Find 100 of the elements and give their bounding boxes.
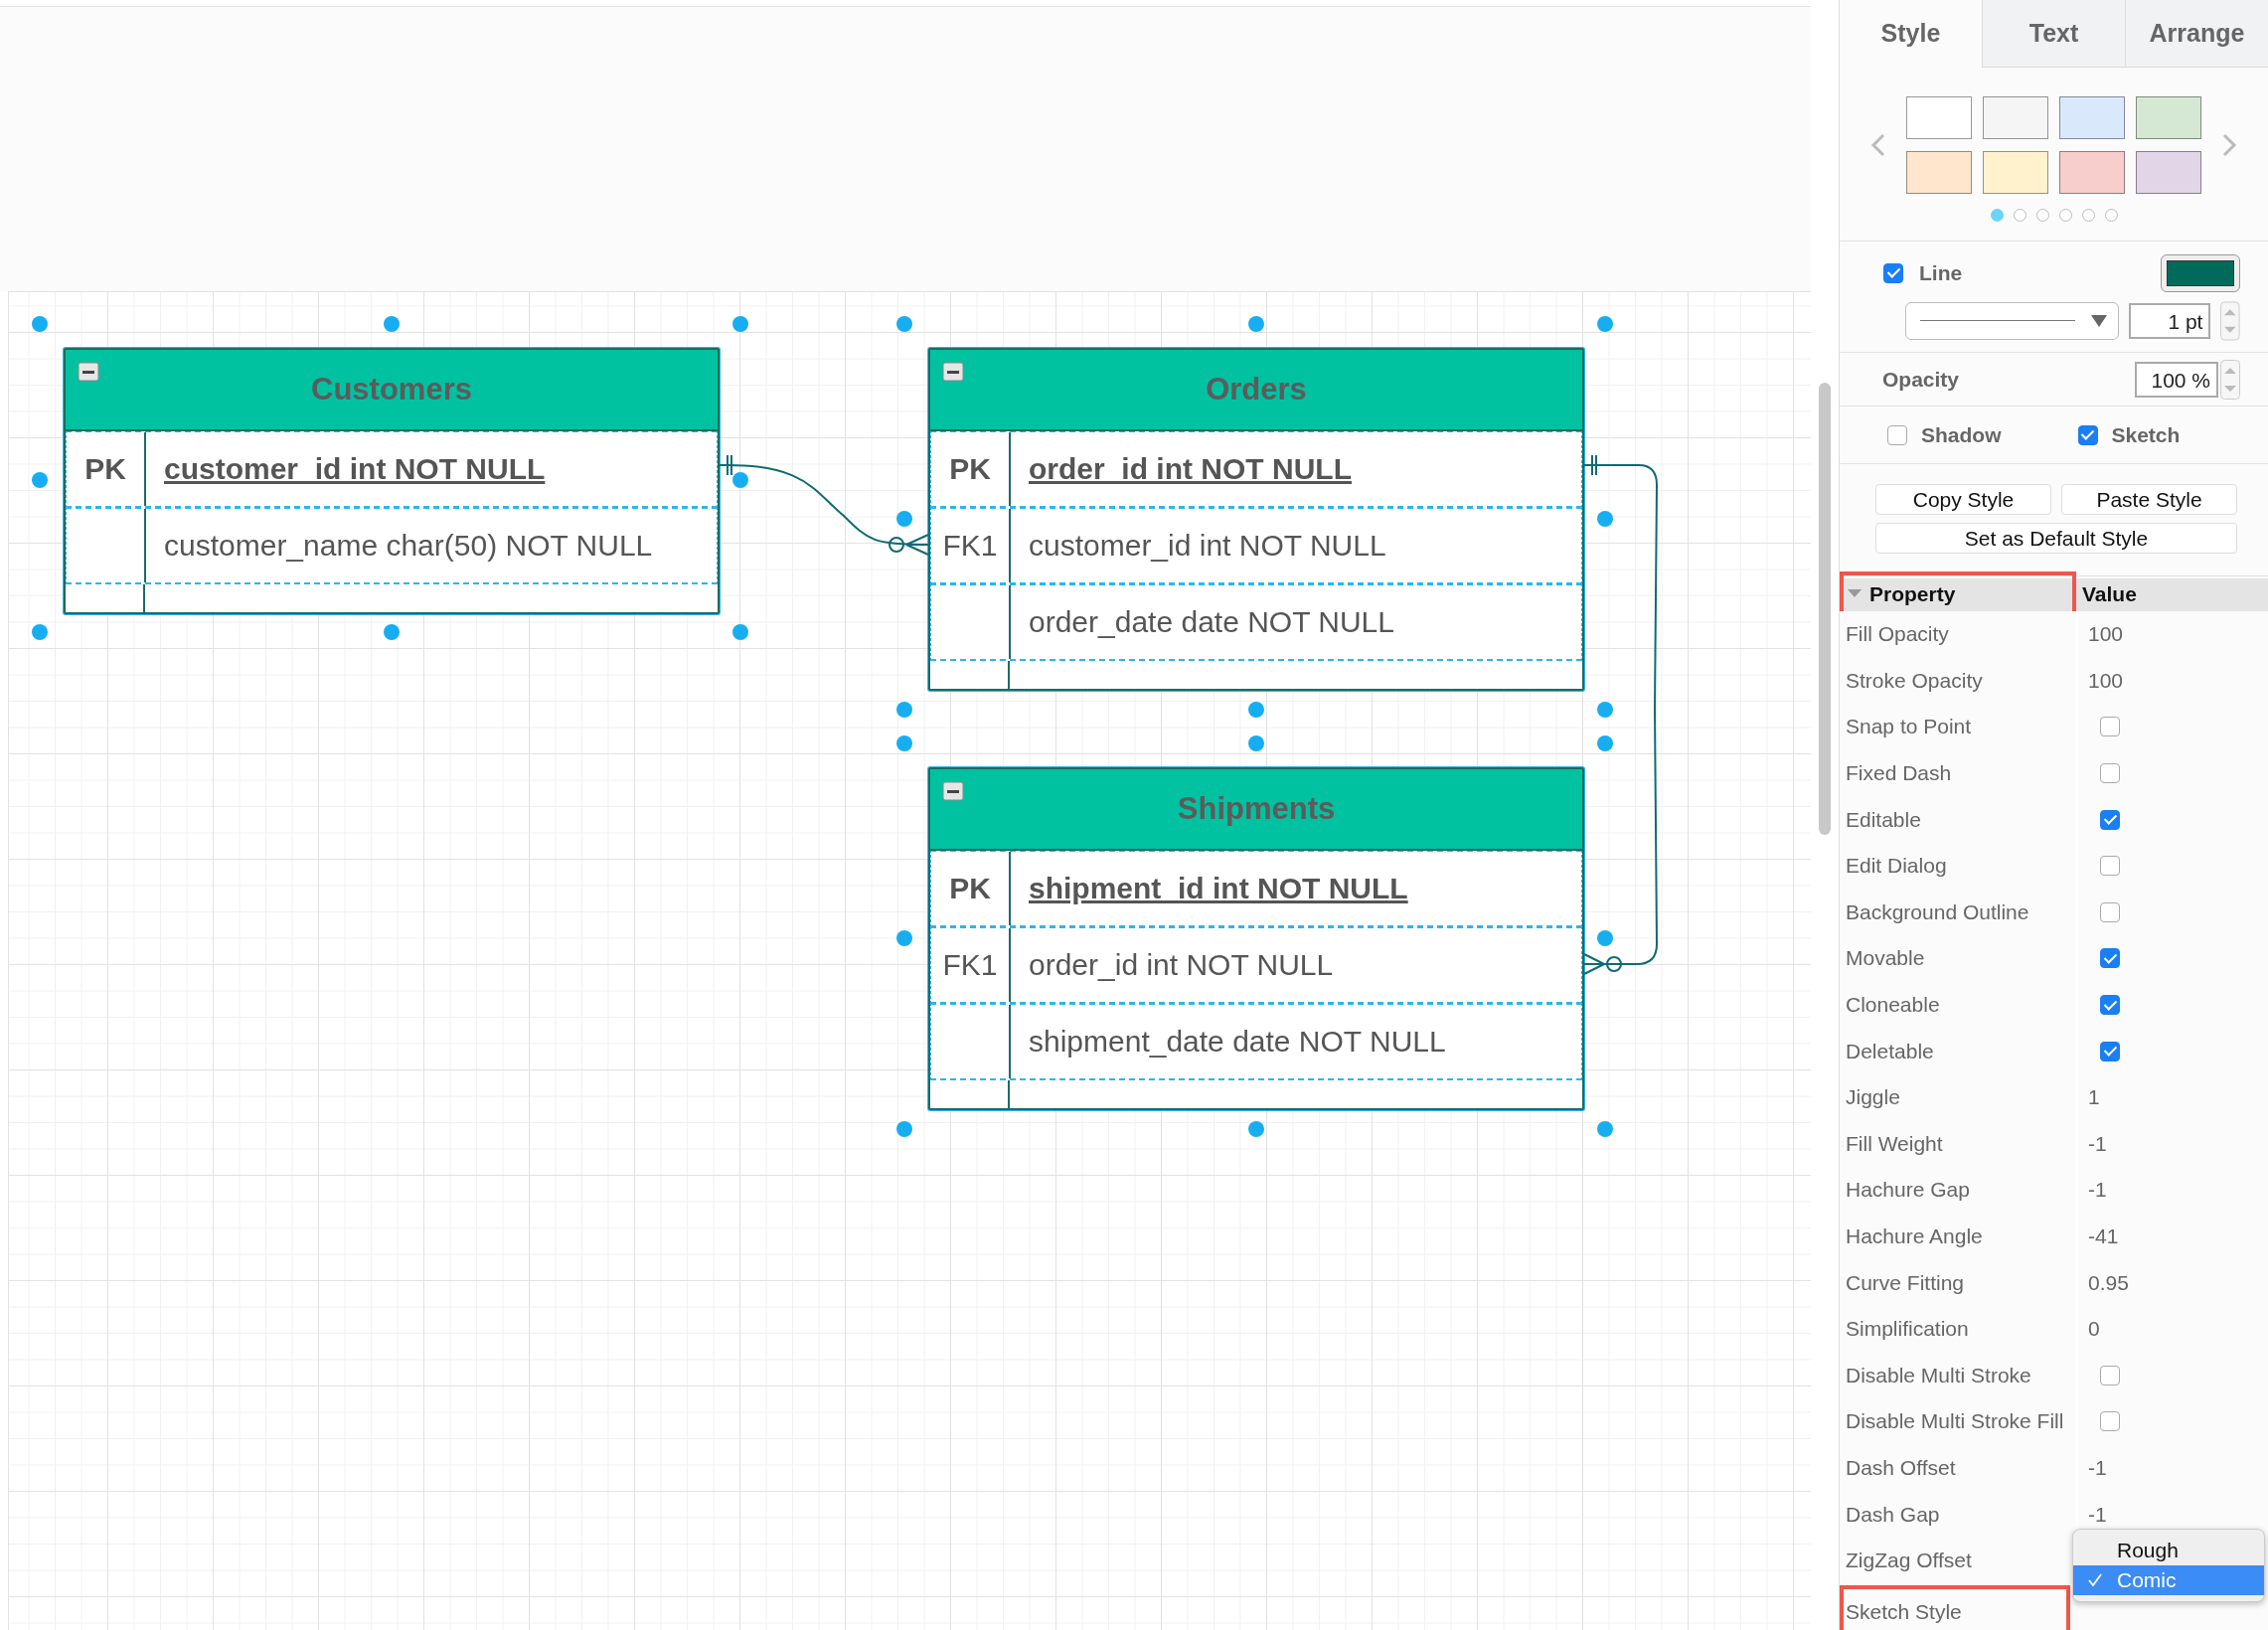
checkbox[interactable] <box>2100 995 2120 1015</box>
minus-icon[interactable] <box>942 781 964 801</box>
table-card[interactable]: Orders PK order_id int NOT NULL FK1 customer_id int NOT NULL order_date date NOT NULL <box>928 348 1584 691</box>
tab[interactable]: Text <box>1982 0 2125 68</box>
style-button[interactable]: Set as Default Style <box>1875 523 2237 555</box>
selection-handle[interactable] <box>1597 316 1613 332</box>
checkbox[interactable] <box>1883 262 1903 283</box>
chevron-right-icon[interactable] <box>2221 131 2237 158</box>
property-name: Cloneable <box>1846 992 1941 1018</box>
style-button[interactable]: Copy Style <box>1875 484 2051 516</box>
selection-handle[interactable] <box>896 930 912 946</box>
selection-handle[interactable] <box>1248 702 1264 718</box>
column-label: Value <box>2082 582 2137 607</box>
selection-handle[interactable] <box>1597 930 1613 946</box>
stepper[interactable] <box>2220 300 2240 341</box>
property-value[interactable]: 100 <box>2088 668 2124 693</box>
selection-handle[interactable] <box>896 1121 912 1137</box>
property-value[interactable]: 0.95 <box>2088 1270 2129 1295</box>
connector[interactable] <box>1583 454 1658 975</box>
selection-handle[interactable] <box>1597 511 1613 527</box>
color-swatch[interactable] <box>2059 150 2125 194</box>
selection-handle[interactable] <box>32 472 48 488</box>
property-value[interactable]: 0 <box>2088 1317 2100 1342</box>
selection-handle[interactable] <box>732 472 748 488</box>
table-cell-text: order_id int NOT NULL <box>1028 947 1335 983</box>
property-name: Disable Multi Stroke Fill <box>1846 1408 2065 1435</box>
property-name: Background Outline <box>1846 898 2030 925</box>
checkbox[interactable] <box>2100 1411 2120 1432</box>
property-name: Movable <box>1846 945 1926 972</box>
selection-handle[interactable] <box>896 511 912 527</box>
property-value[interactable]: 100 <box>2088 622 2124 647</box>
minus-icon[interactable] <box>942 362 964 382</box>
selection-handle[interactable] <box>1248 735 1264 751</box>
selection-handle[interactable] <box>1597 1121 1613 1137</box>
chevron-left-icon[interactable] <box>1870 131 1886 158</box>
page-dot[interactable] <box>1990 208 2004 222</box>
property-value[interactable]: -1 <box>2088 1502 2107 1527</box>
selection-handle[interactable] <box>1597 702 1613 718</box>
width-field[interactable]: 1 pt <box>2129 302 2211 339</box>
selection-handle[interactable] <box>896 702 912 718</box>
selection-handle[interactable] <box>384 316 400 332</box>
selection-handle[interactable] <box>32 316 48 332</box>
selection-handle[interactable] <box>1248 316 1264 332</box>
color-swatch[interactable] <box>1906 95 1972 139</box>
selection-handle[interactable] <box>1597 735 1613 751</box>
scrollbar[interactable] <box>1819 383 1831 835</box>
line-label: Line <box>1919 260 1963 285</box>
color-swatch[interactable] <box>1983 95 2048 139</box>
stepper[interactable] <box>2220 359 2240 400</box>
checkbox[interactable] <box>2100 717 2120 737</box>
page-dot[interactable] <box>2035 208 2049 222</box>
checkbox[interactable] <box>2100 1365 2120 1386</box>
property-name: Fill Opacity <box>1846 621 1950 648</box>
selection-handle[interactable] <box>896 735 912 751</box>
connector[interactable] <box>719 454 929 556</box>
color-swatch[interactable] <box>2059 95 2125 139</box>
minus-icon[interactable] <box>78 362 99 382</box>
property-value[interactable]: -1 <box>2088 1131 2107 1156</box>
line-pattern-dropdown[interactable] <box>1905 301 2120 340</box>
property-value[interactable]: -1 <box>2088 1455 2107 1480</box>
selection-handle[interactable] <box>732 316 748 332</box>
selection-handle[interactable] <box>32 624 48 640</box>
table-title: Customers <box>311 372 472 408</box>
property-value[interactable]: -41 <box>2088 1223 2119 1248</box>
opacity-field[interactable]: 100 % <box>2135 361 2218 398</box>
table-card[interactable]: Customers PK customer_id int NOT NULL customer_name char(50) NOT NULL <box>64 348 720 614</box>
collapse-triangle-icon[interactable] <box>1848 588 1862 599</box>
selection-handle[interactable] <box>384 624 400 640</box>
selection-handle[interactable] <box>732 624 748 640</box>
property-name: Editable <box>1846 806 1922 833</box>
menu-item[interactable]: Rough <box>2073 1536 2264 1565</box>
table-card[interactable]: Shipments PK shipment_id int NOT NULL FK1 order_id int NOT NULL shipment_date date NOT NULL <box>928 767 1584 1110</box>
selection-handle[interactable] <box>1248 1121 1264 1137</box>
page-dot[interactable] <box>2081 208 2095 222</box>
menu-item[interactable]: Comic <box>2073 1565 2264 1595</box>
style-button[interactable]: Paste Style <box>2061 484 2237 516</box>
checkbox[interactable] <box>1887 424 1907 445</box>
selection-handle[interactable] <box>896 316 912 332</box>
property-name: Hachure Gap <box>1846 1177 1971 1204</box>
color-swatch[interactable] <box>2136 150 2201 194</box>
page-dot[interactable] <box>2058 208 2072 222</box>
checkbox[interactable] <box>2100 901 2120 922</box>
color-swatch[interactable] <box>1906 150 1972 194</box>
color-button[interactable] <box>2161 253 2240 292</box>
property-value[interactable]: 1 <box>2088 1085 2100 1110</box>
color-swatch[interactable] <box>1983 150 2048 194</box>
property-value[interactable]: -1 <box>2088 1178 2107 1203</box>
checkbox[interactable] <box>2100 1041 2120 1061</box>
checkbox[interactable] <box>2100 763 2120 784</box>
table-cell-text: shipment_date date NOT NULL <box>1028 1024 1447 1060</box>
checkbox[interactable] <box>2100 809 2120 830</box>
property-name: Stroke Opacity <box>1846 667 1984 694</box>
page-dot[interactable] <box>2013 208 2026 222</box>
checkbox[interactable] <box>2077 424 2098 445</box>
table-cell: PK <box>931 852 1011 925</box>
color-swatch[interactable] <box>2136 95 2201 139</box>
checkbox[interactable] <box>2100 948 2120 969</box>
page-dot[interactable] <box>2104 208 2118 222</box>
checkbox[interactable] <box>2100 856 2120 877</box>
tab[interactable]: Arrange <box>2125 0 2268 68</box>
